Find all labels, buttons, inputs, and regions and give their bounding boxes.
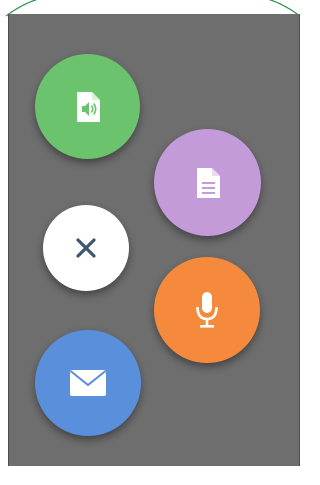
envelope-icon bbox=[69, 370, 107, 396]
email-button[interactable] bbox=[35, 330, 141, 436]
close-button[interactable] bbox=[43, 205, 129, 291]
document-button[interactable] bbox=[154, 129, 261, 236]
voice-record-button[interactable] bbox=[154, 257, 260, 363]
close-icon bbox=[76, 238, 96, 258]
audio-file-button[interactable] bbox=[35, 54, 140, 159]
audio-file-icon bbox=[76, 91, 100, 122]
action-menu-panel bbox=[8, 14, 300, 466]
document-icon bbox=[196, 167, 220, 198]
microphone-icon bbox=[196, 292, 218, 328]
